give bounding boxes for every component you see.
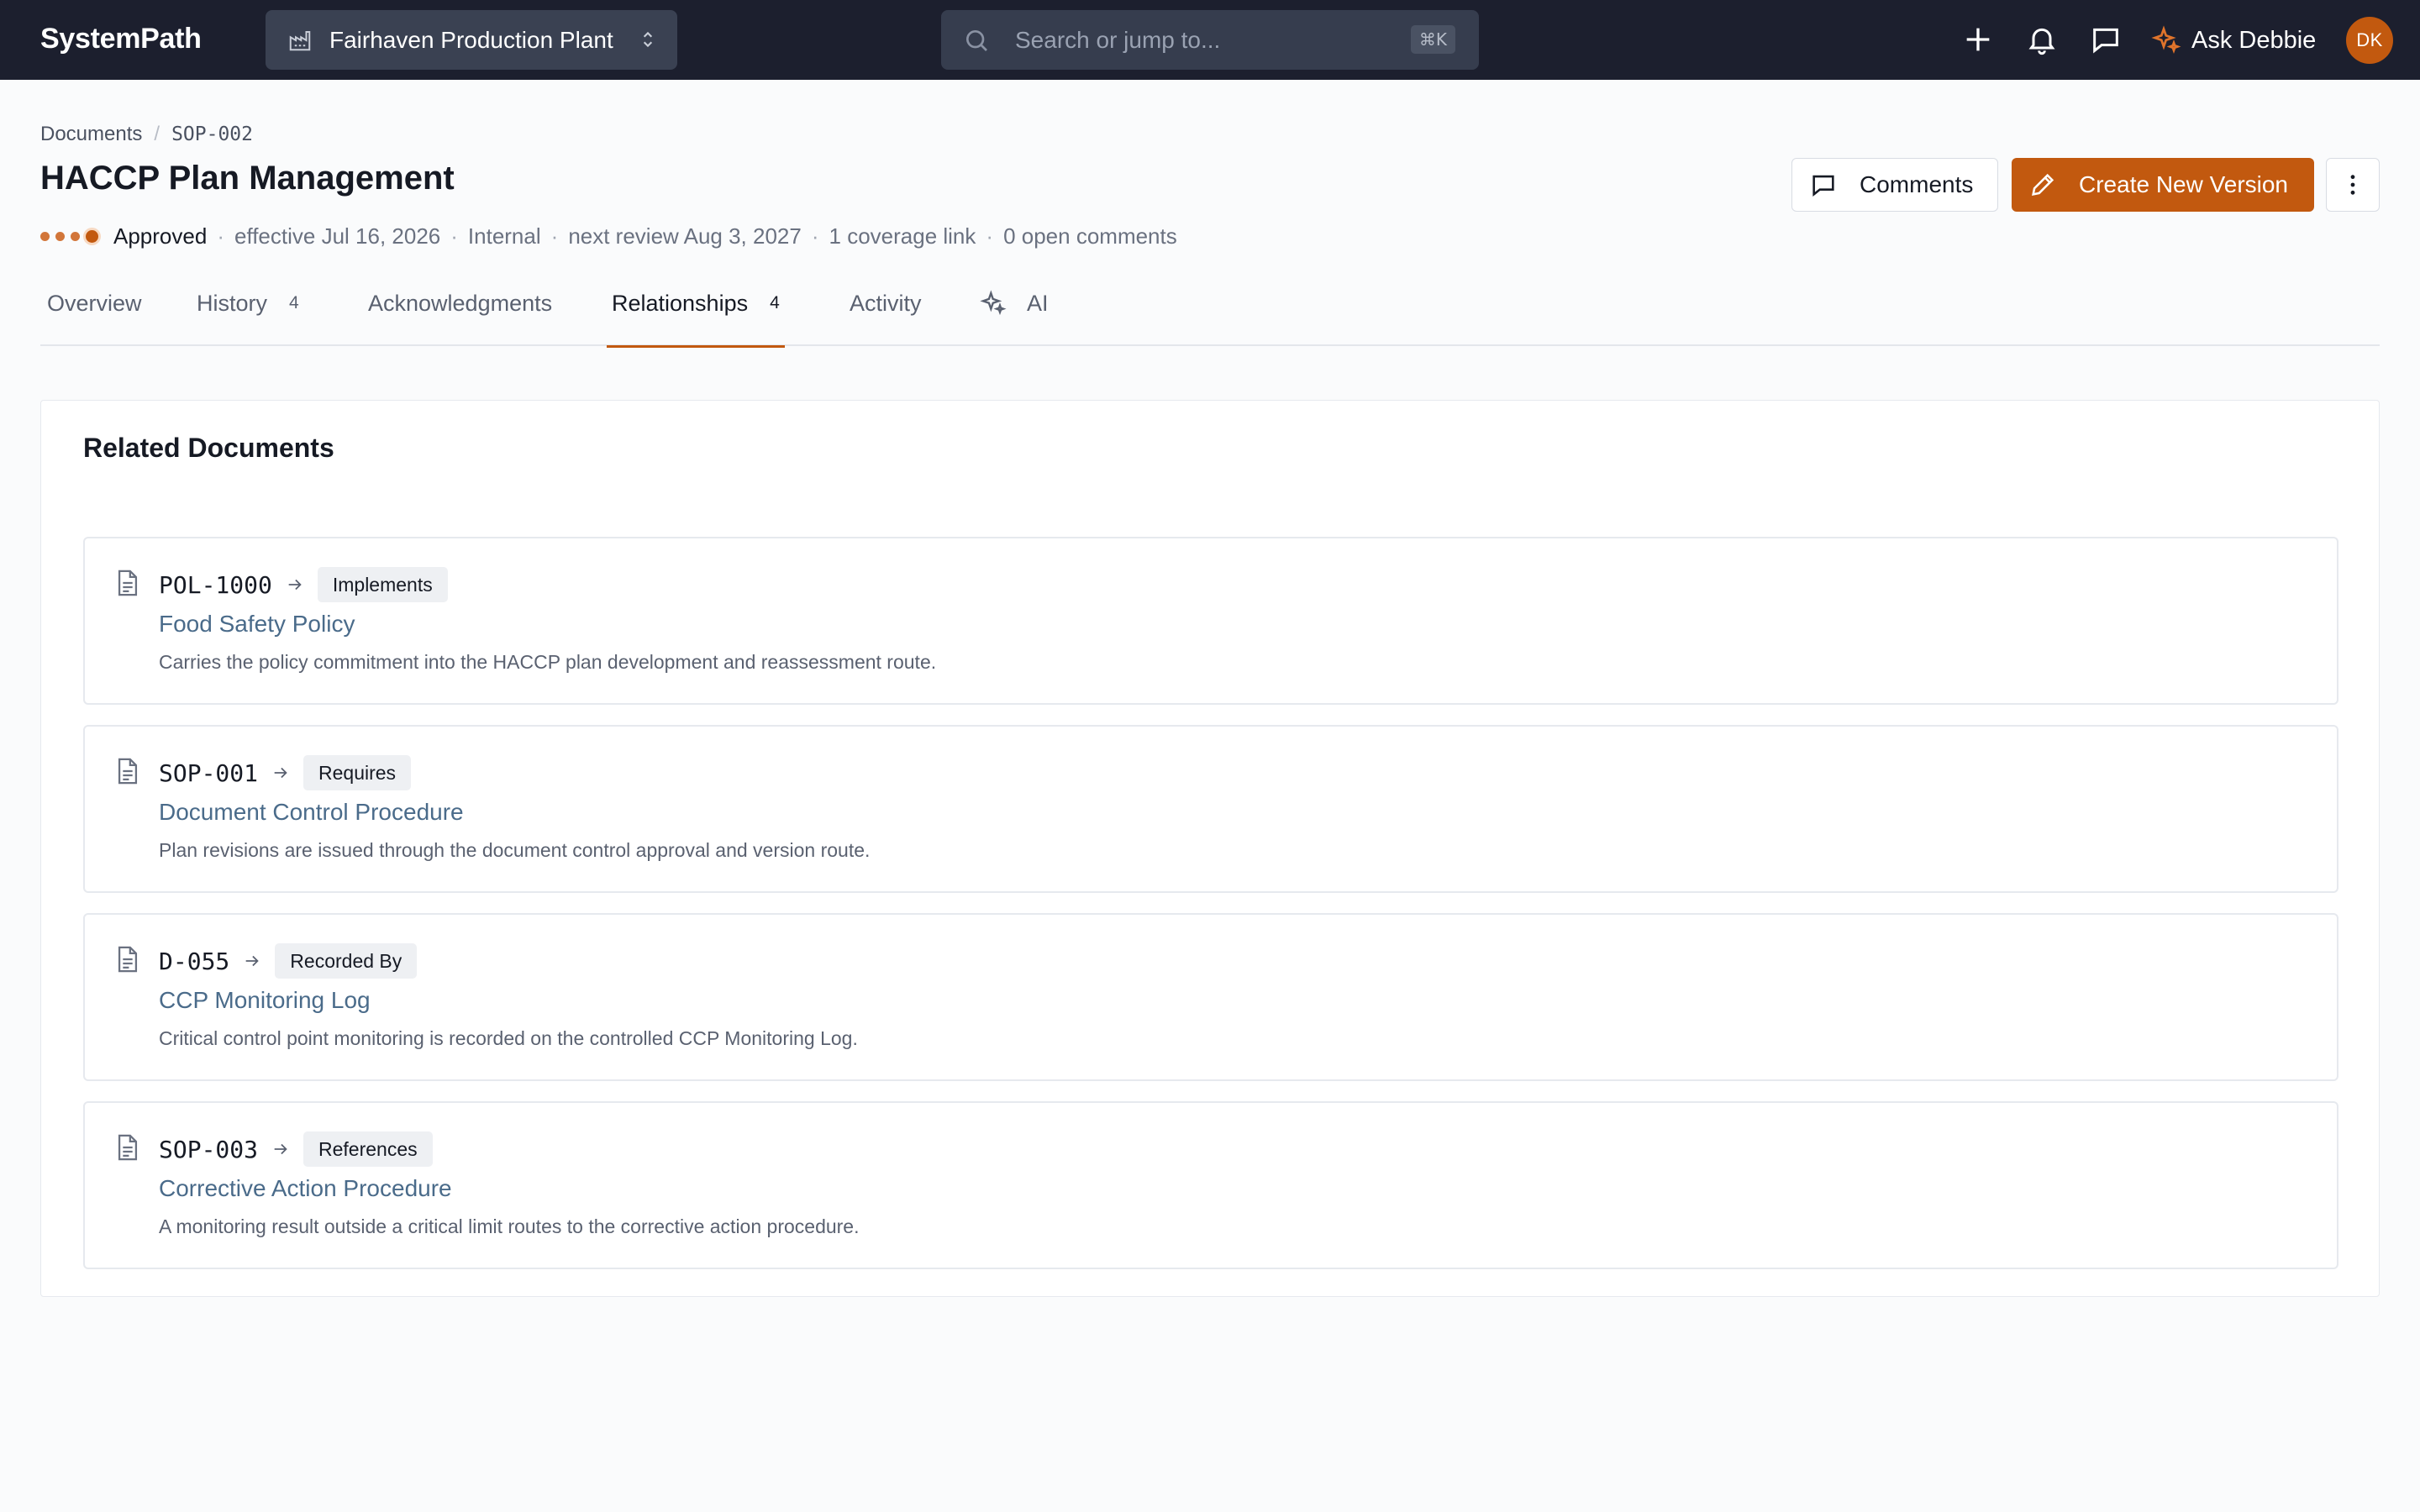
ask-debbie-button[interactable]: Ask Debbie [2151,25,2316,55]
search-shortcut-badge: ⌘K [1410,25,1455,54]
search-icon [966,29,987,51]
next-review-date: next review Aug 3, 2027 [568,223,802,249]
top-navigation-bar: SystemPath Fairhaven Production Plant Se… [0,0,2420,80]
search-placeholder: Search or jump to... [1015,26,1221,53]
tab-acknowledgments[interactable]: Acknowledgments [368,277,552,346]
tab-history[interactable]: History 4 [197,277,299,346]
related-document-card[interactable]: POL-1000 Implements Food Safety Policy C… [83,537,2338,705]
arrow-right-icon [288,579,302,591]
create-new-version-button[interactable]: Create New Version [2012,158,2314,212]
tab-count: 4 [770,293,780,312]
breadcrumb-documents-link[interactable]: Documents [40,123,142,146]
related-document-description: Critical control point monitoring is rec… [159,1027,858,1049]
related-document-description: A monitoring result outside a critical l… [159,1215,860,1237]
related-document-title[interactable]: Document Control Procedure [159,799,464,826]
effective-date: effective Jul 16, 2026 [234,223,441,249]
related-documents-panel: Related Documents POL-1000 Implements Fo… [40,400,2380,1297]
tab-activity[interactable]: Activity [850,277,922,346]
status-badge: Approved [113,223,208,249]
document-code: POL-1000 [159,570,272,599]
app-logo[interactable]: SystemPath [40,23,202,55]
tab-overview[interactable]: Overview [47,277,142,346]
document-meta: Approved · effective Jul 16, 2026 · Inte… [40,223,1177,249]
document-code: D-055 [159,947,230,975]
site-selector-label: Fairhaven Production Plant [329,26,613,53]
document-icon [118,946,138,973]
tab-relationships[interactable]: Relationships 4 [607,277,785,348]
ask-debbie-label: Ask Debbie [2191,26,2317,54]
arrow-right-icon [274,767,287,779]
site-selector[interactable]: Fairhaven Production Plant [266,10,677,70]
related-document-title[interactable]: CCP Monitoring Log [159,987,371,1014]
comments-button-label: Comments [1860,171,1974,197]
related-document-description: Plan revisions are issued through the do… [159,839,871,861]
global-search-input[interactable]: Search or jump to... ⌘K [941,10,1479,70]
sparkle-icon [980,290,1007,316]
document-icon [118,1134,138,1161]
user-avatar[interactable]: DK [2346,17,2393,64]
sparkle-icon [2151,25,2181,54]
breadcrumb-separator: / [154,123,160,145]
arrow-right-icon [245,955,260,967]
chevron-up-down-icon [643,31,653,48]
document-icon [118,758,138,785]
relation-badge: Recorded By [275,943,418,979]
create-new-version-label: Create New Version [2079,171,2289,197]
relation-badge: References [303,1131,433,1167]
tab-ai[interactable]: AI [980,277,1049,346]
comments-button[interactable]: Comments [1791,158,1998,212]
breadcrumb: Documents / SOP-002 [40,123,253,146]
related-document-title[interactable]: Food Safety Policy [159,611,355,638]
related-document-description: Carries the policy commitment into the H… [159,651,937,673]
factory-icon [289,30,311,50]
plus-icon[interactable] [1961,23,1995,56]
breadcrumb-current: SOP-002 [171,123,253,145]
open-comments-count[interactable]: 0 open comments [1003,223,1177,249]
related-document-card[interactable]: SOP-001 Requires Document Control Proced… [83,725,2338,893]
document-icon [118,570,138,596]
relation-badge: Requires [303,755,412,790]
pencil-icon [2032,173,2054,196]
classification: Internal [467,223,541,249]
more-actions-button[interactable] [2326,158,2380,212]
document-code: SOP-003 [159,1135,259,1163]
related-document-title[interactable]: Corrective Action Procedure [159,1175,452,1202]
page-title: HACCP Plan Management [40,160,455,197]
chat-icon[interactable] [2089,23,2123,56]
tab-count: 4 [289,293,299,312]
arrow-right-icon [274,1143,287,1155]
related-document-card[interactable]: SOP-003 References Corrective Action Pro… [83,1101,2338,1269]
document-code: SOP-001 [159,759,259,787]
comment-icon [1812,175,1834,197]
more-vertical-icon [2350,175,2355,195]
related-document-card[interactable]: D-055 Recorded By CCP Monitoring Log Cri… [83,913,2338,1081]
coverage-link[interactable]: 1 coverage link [829,223,976,249]
document-tabs: Overview History 4 Acknowledgments Relat… [40,277,2380,348]
panel-title: Related Documents [83,433,334,463]
relation-badge: Implements [317,567,448,602]
lifecycle-progress-dots [40,230,98,243]
bell-icon[interactable] [2025,23,2059,56]
